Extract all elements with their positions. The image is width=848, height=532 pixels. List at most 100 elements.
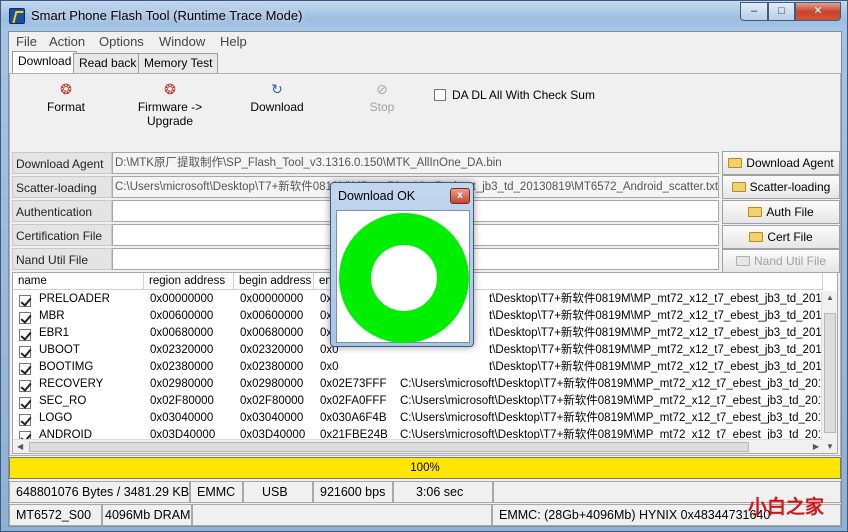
stop-label: Stop xyxy=(369,100,395,114)
format-button[interactable]: ❂ Format xyxy=(45,80,87,114)
partition-name: BOOTIMG xyxy=(39,361,94,373)
scroll-left-arrow-icon[interactable]: ◀ xyxy=(17,442,23,451)
file-location: t\Desktop\T7+新软件0819M\MP_mt72_x12_t7_ebe… xyxy=(489,310,823,322)
progress-text: 100% xyxy=(410,462,440,474)
cert-file-button-label: Cert File xyxy=(767,230,813,244)
column-header-name[interactable]: name xyxy=(13,273,144,290)
file-location: t\Desktop\T7+新软件0819M\MP_mt72_x12_t7_ebe… xyxy=(489,293,823,305)
file-location: t\Desktop\T7+新软件0819M\MP_mt72_x12_t7_ebe… xyxy=(489,327,823,339)
download-agent-label: Download Agent xyxy=(12,152,112,174)
row-checkbox-box[interactable] xyxy=(19,380,31,392)
table-row[interactable]: RECOVERY 0x02980000 0x02980000 0x02E73FFF C:… xyxy=(13,376,823,393)
begin-address: 0x03040000 xyxy=(240,412,304,424)
partition-name: RECOVERY xyxy=(39,378,104,390)
menu-window[interactable]: Window xyxy=(159,34,205,49)
region-address: 0x02980000 xyxy=(150,378,214,390)
dialog-title: Download OK xyxy=(338,189,416,203)
row-checkbox-box[interactable] xyxy=(19,329,31,341)
menu-action[interactable]: Action xyxy=(49,34,85,49)
tab-download[interactable]: Download xyxy=(12,51,78,74)
scatter-loading-label: Scatter-loading File xyxy=(12,176,112,217)
column-header-begin-address[interactable]: begin address xyxy=(234,273,314,290)
tab-read-back[interactable]: Read back xyxy=(73,53,143,73)
download-button[interactable]: ↻ Download xyxy=(249,80,305,114)
scroll-up-arrow-icon[interactable]: ▲ xyxy=(826,293,834,302)
table-row[interactable]: BOOTIMG 0x02380000 0x02380000 0x0 t\Desktop\… xyxy=(13,359,823,376)
region-address: 0x02320000 xyxy=(150,344,214,356)
format-label: Format xyxy=(46,100,85,114)
firmware-upgrade-button[interactable]: ❂ Firmware -> Upgrade xyxy=(118,80,222,128)
column-header-region-address[interactable]: region address xyxy=(144,273,234,290)
status-chip: MT6572_S00 xyxy=(9,504,102,526)
begin-address: 0x00600000 xyxy=(240,310,304,322)
nand-util-file-label: Nand Util File xyxy=(12,248,112,270)
window-title: Smart Phone Flash Tool (Runtime Trace Mo… xyxy=(31,8,303,23)
file-location: C:\Users\microsoft\Desktop\T7+新软件0819M\M… xyxy=(400,395,820,407)
folder-icon xyxy=(731,182,746,192)
partition-name: LOGO xyxy=(39,412,73,424)
auth-file-button-label: Auth File xyxy=(766,205,814,219)
tab-memory-test[interactable]: Memory Test xyxy=(138,53,219,73)
download-agent-button-label: Download Agent xyxy=(746,156,834,170)
minimize-button[interactable]: – xyxy=(740,2,768,21)
close-button[interactable]: ✕ xyxy=(795,2,841,21)
folder-icon xyxy=(735,256,750,266)
format-icon: ❂ xyxy=(60,81,72,97)
scatter-loading-button[interactable]: Scatter-loading xyxy=(722,175,840,199)
horizontal-scroll-thumb[interactable] xyxy=(29,442,749,452)
table-row[interactable]: LOGO 0x03040000 0x03040000 0x030A6F4B C:\Use… xyxy=(13,410,823,427)
stop-button[interactable]: ⊘ Stop xyxy=(367,80,397,114)
table-row[interactable]: SEC_RO 0x02F80000 0x02F80000 0x02FA0FFF C:\U… xyxy=(13,393,823,410)
main-window: Smart Phone Flash Tool (Runtime Trace Mo… xyxy=(0,0,848,532)
green-ring-icon xyxy=(339,213,469,343)
menu-bar: File Action Options Window Help xyxy=(9,32,841,52)
end-address: 0x0 xyxy=(320,361,339,373)
nand-util-file-button-label: Nand Util File xyxy=(753,254,827,268)
partition-name: UBOOT xyxy=(39,344,80,356)
folder-icon xyxy=(749,232,764,242)
flash-tool-app-icon xyxy=(9,8,25,24)
download-agent-field[interactable]: D:\MTK原厂提取制作\SP_Flash_Tool_v3.1316.0.150… xyxy=(112,152,719,174)
scroll-right-arrow-icon[interactable]: ▶ xyxy=(813,442,819,451)
row-checkbox-box[interactable] xyxy=(19,397,31,409)
partition-name: EBR1 xyxy=(39,327,70,339)
scroll-down-arrow-icon[interactable]: ▼ xyxy=(826,442,834,451)
end-address: 0x030A6F4B xyxy=(320,412,387,424)
firmware-upgrade-label: Firmware -> Upgrade xyxy=(137,100,203,128)
title-bar[interactable]: Smart Phone Flash Tool (Runtime Trace Mo… xyxy=(1,1,847,31)
auth-file-button[interactable]: Auth File xyxy=(722,200,840,224)
partition-name: SEC_RO xyxy=(39,395,87,407)
vertical-scroll-thumb[interactable] xyxy=(824,313,836,433)
begin-address: 0x02980000 xyxy=(240,378,304,390)
download-agent-button[interactable]: Download Agent xyxy=(722,151,840,175)
end-address: 0x02FA0FFF xyxy=(320,395,387,407)
region-address: 0x03040000 xyxy=(150,412,214,424)
menu-file[interactable]: File xyxy=(16,34,37,49)
dialog-body xyxy=(336,210,470,343)
row-checkbox-box[interactable] xyxy=(19,346,31,358)
vertical-scrollbar[interactable]: ▲ ▼ xyxy=(821,291,837,453)
partition-name: MBR xyxy=(39,310,65,322)
authentication-file-label: Authentication File xyxy=(12,200,112,241)
menu-options[interactable]: Options xyxy=(99,34,144,49)
horizontal-scrollbar[interactable]: ◀ ▶ xyxy=(13,439,823,453)
checksum-checkbox-box[interactable] xyxy=(434,89,446,101)
row-checkbox-box[interactable] xyxy=(19,295,31,307)
maximize-button[interactable]: □ xyxy=(768,2,795,21)
progress-bar: 100% xyxy=(9,457,841,479)
certification-file-label: Certification File xyxy=(12,224,112,246)
row-checkbox-box[interactable] xyxy=(19,312,31,324)
row-checkbox-box[interactable] xyxy=(19,363,31,375)
menu-help[interactable]: Help xyxy=(220,34,247,49)
status-storage: EMMC xyxy=(190,481,243,503)
region-address: 0x00600000 xyxy=(150,310,214,322)
dialog-close-button[interactable]: x xyxy=(450,188,470,204)
checksum-checkbox[interactable]: DA DL All With Check Sum xyxy=(434,88,595,102)
download-ok-dialog: Download OK x xyxy=(330,182,474,347)
row-checkbox-box[interactable] xyxy=(19,414,31,426)
file-location: t\Desktop\T7+新软件0819M\MP_mt72_x12_t7_ebe… xyxy=(489,361,823,373)
nand-util-file-button[interactable]: Nand Util File xyxy=(722,249,840,273)
cert-file-button[interactable]: Cert File xyxy=(722,225,840,249)
region-address: 0x02380000 xyxy=(150,361,214,373)
status-time: 3:06 sec xyxy=(393,481,493,503)
